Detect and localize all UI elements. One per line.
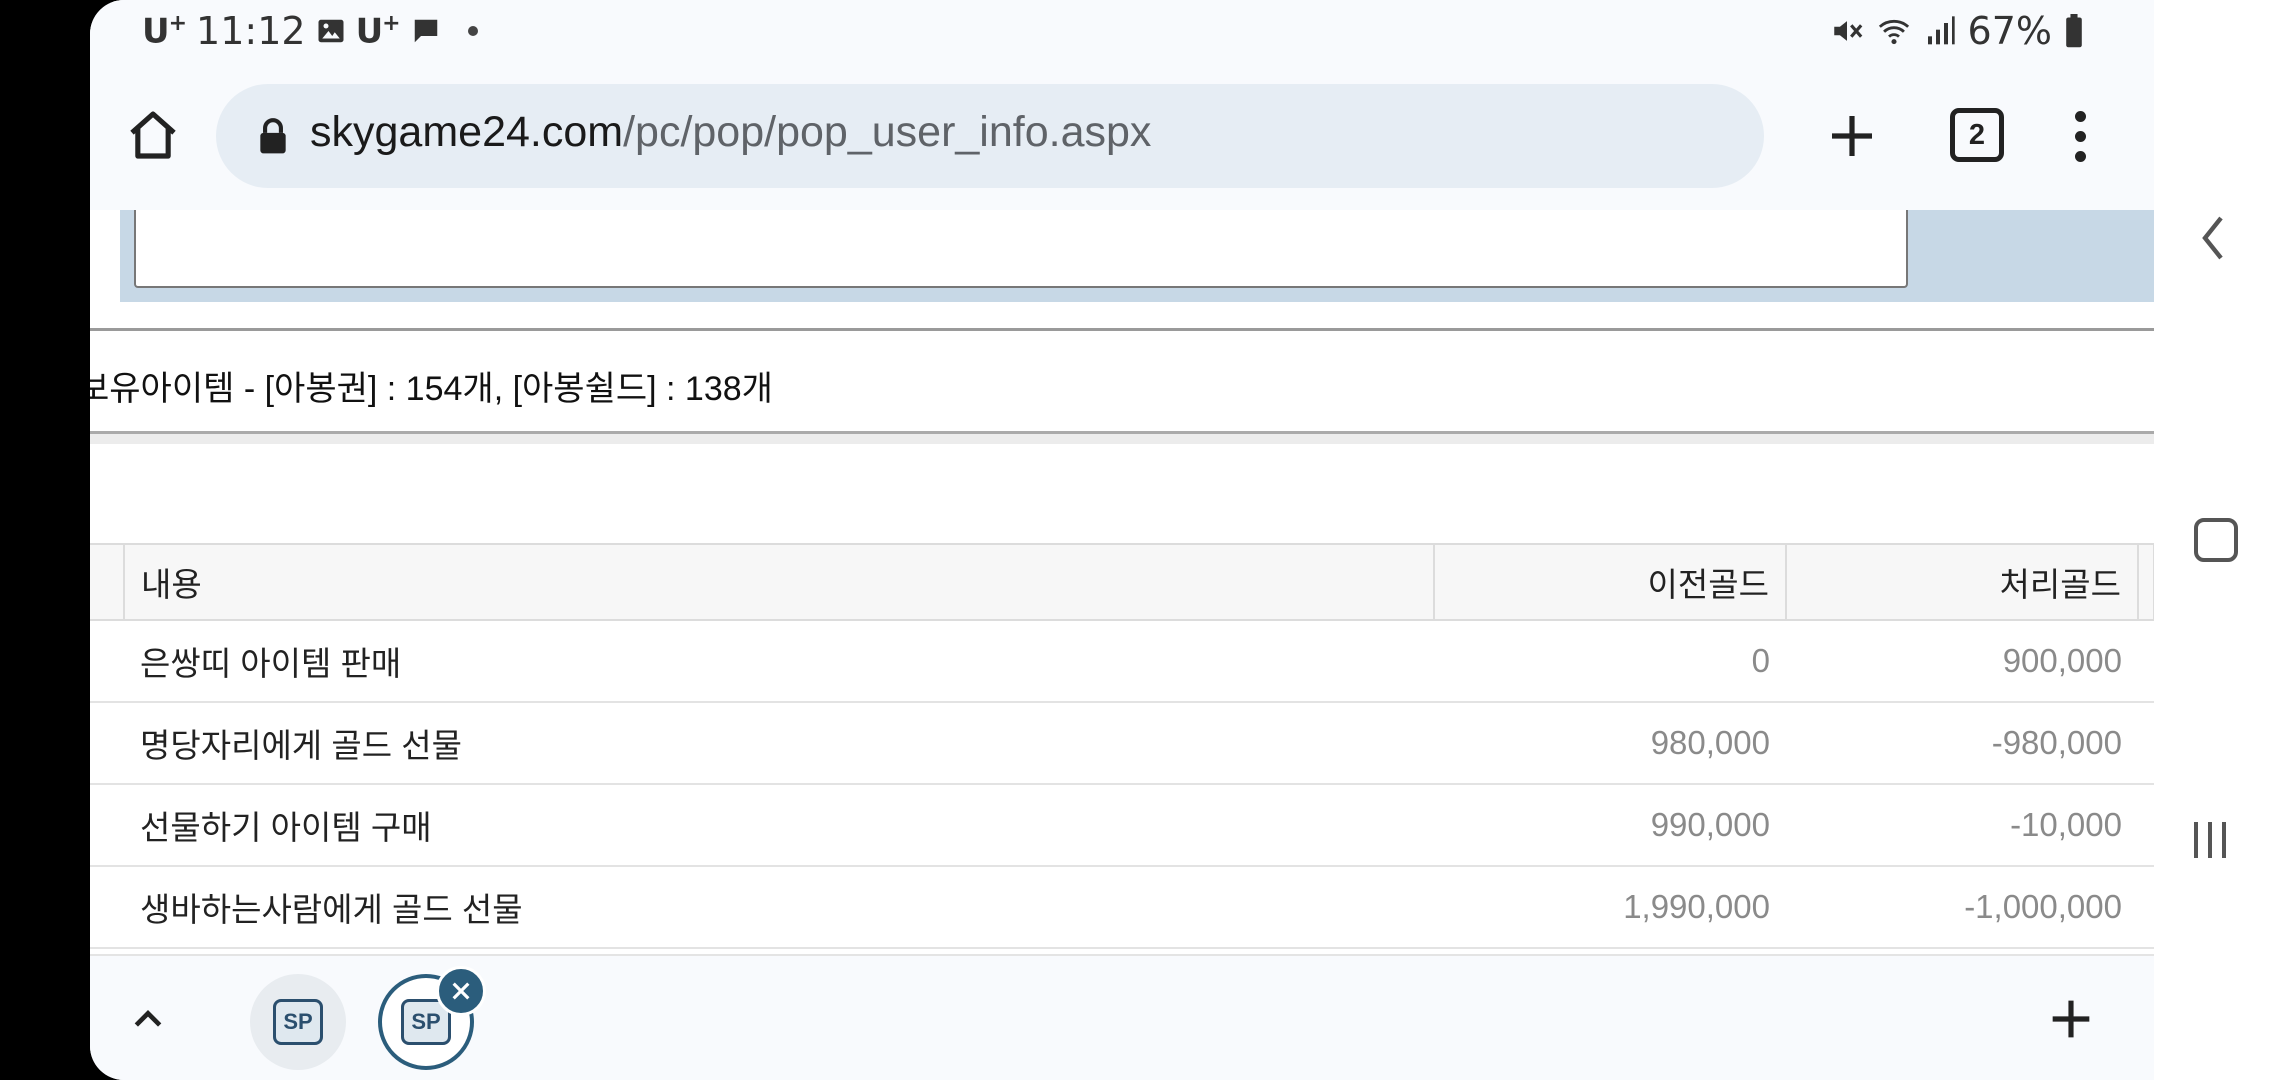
row-prev-gold: 1,990,000 xyxy=(1434,866,1786,949)
table-row: 선물하기 아이템 구매 990,000 -10,000 xyxy=(90,784,2154,867)
close-icon xyxy=(452,982,470,1000)
row-desc: 명당자리에게 골드 선물 xyxy=(124,702,1434,785)
add-tab-to-group-button[interactable] xyxy=(2048,996,2094,1042)
lock-icon xyxy=(260,118,286,154)
expand-tabs-button[interactable] xyxy=(124,996,172,1044)
status-time: 11:12 xyxy=(196,9,306,53)
chat-icon xyxy=(414,19,437,43)
item-summary-row: 보유아이템 - [아봉권] : 154개, [아봉쉴드] : 138개 xyxy=(90,328,2154,434)
row-change-gold: -10,000 xyxy=(1786,784,2138,867)
system-navigation-bar xyxy=(2154,0,2280,1080)
table-row: 은쌍띠 아이템 판매 0 900,000 xyxy=(90,620,2154,703)
url-text: skygame24.com/pc/pop/pop_user_info.aspx xyxy=(310,108,1152,156)
plus-icon xyxy=(1832,116,1872,156)
header-change-gold[interactable]: 처리골드 xyxy=(1785,543,2138,621)
notification-dot-icon xyxy=(467,26,478,36)
row-desc: 선물하기 아이템 구매 xyxy=(124,784,1434,867)
address-bar[interactable]: skygame24.com/pc/pop/pop_user_info.aspx xyxy=(216,84,1764,188)
divider xyxy=(90,434,2154,444)
tab-group-bar: SP SP xyxy=(90,954,2154,1080)
battery-percent: 67% xyxy=(1967,9,2052,53)
table-row: 생바하는사람에게 골드 선물 1,990,000 -1,000,000 xyxy=(90,866,2154,949)
row-prev-gold: 0 xyxy=(1434,620,1786,703)
home-nav-icon[interactable] xyxy=(2194,518,2238,562)
more-vert-icon xyxy=(2074,110,2086,122)
more-options-button[interactable] xyxy=(2060,102,2100,170)
row-change-gold: 900,000 xyxy=(1786,620,2138,703)
wifi-icon xyxy=(1878,19,1909,45)
header-content[interactable]: 내용 xyxy=(123,543,1434,621)
recent-apps-icon[interactable] xyxy=(2194,822,2226,858)
image-icon xyxy=(318,19,344,43)
web-content: 보유아이템 - [아봉권] : 154개, [아봉쉴드] : 138개 내용 이… xyxy=(90,210,2154,954)
browser-toolbar: skygame24.com/pc/pop/pop_user_info.aspx … xyxy=(90,62,2154,210)
battery-icon xyxy=(2066,14,2082,48)
row-desc: 은쌍띠 아이템 판매 xyxy=(124,620,1434,703)
chevron-up-icon xyxy=(134,1010,162,1027)
close-tab-button[interactable] xyxy=(436,966,486,1016)
row-change-gold: -1,000,000 xyxy=(1786,866,2138,949)
phone-screen: U+ 11:12 U+ 67% skygame24.com/pc/pop/pop… xyxy=(90,0,2154,1080)
sp-logo-icon: SP xyxy=(273,999,323,1045)
tab-thumbnail-1[interactable]: SP xyxy=(250,974,346,1070)
memo-textarea[interactable] xyxy=(134,210,1908,288)
table-row: 명당자리에게 골드 선물 980,000 -980,000 xyxy=(90,702,2154,785)
plus-icon xyxy=(2052,1000,2090,1038)
home-icon xyxy=(130,111,176,159)
carrier-label: U+ xyxy=(142,10,187,52)
new-tab-button[interactable] xyxy=(1818,102,1886,170)
carrier-label-2: U+ xyxy=(355,10,401,52)
item-summary-text: 보유아이템 - [아봉권] : 154개, [아봉쉴드] : 138개 xyxy=(90,370,773,408)
row-prev-gold: 980,000 xyxy=(1434,702,1786,785)
back-icon[interactable] xyxy=(2198,214,2228,262)
signal-icon xyxy=(1927,16,1955,45)
row-prev-gold: 990,000 xyxy=(1434,784,1786,867)
gold-history-table: 내용 이전골드 처리골드 은쌍띠 아이템 판매 0 900,000 명당자리에게… xyxy=(90,543,2154,949)
mute-icon xyxy=(1833,21,1862,41)
home-button[interactable] xyxy=(120,102,186,168)
row-desc: 생바하는사람에게 골드 선물 xyxy=(124,866,1434,949)
row-change-gold: -980,000 xyxy=(1786,702,2138,785)
header-prev-gold[interactable]: 이전골드 xyxy=(1433,543,1786,621)
tab-switcher-button[interactable]: 2 xyxy=(1950,108,2004,162)
table-header-row: 내용 이전골드 처리골드 xyxy=(90,543,2154,621)
status-bar: U+ 11:12 U+ 67% xyxy=(90,0,2154,62)
